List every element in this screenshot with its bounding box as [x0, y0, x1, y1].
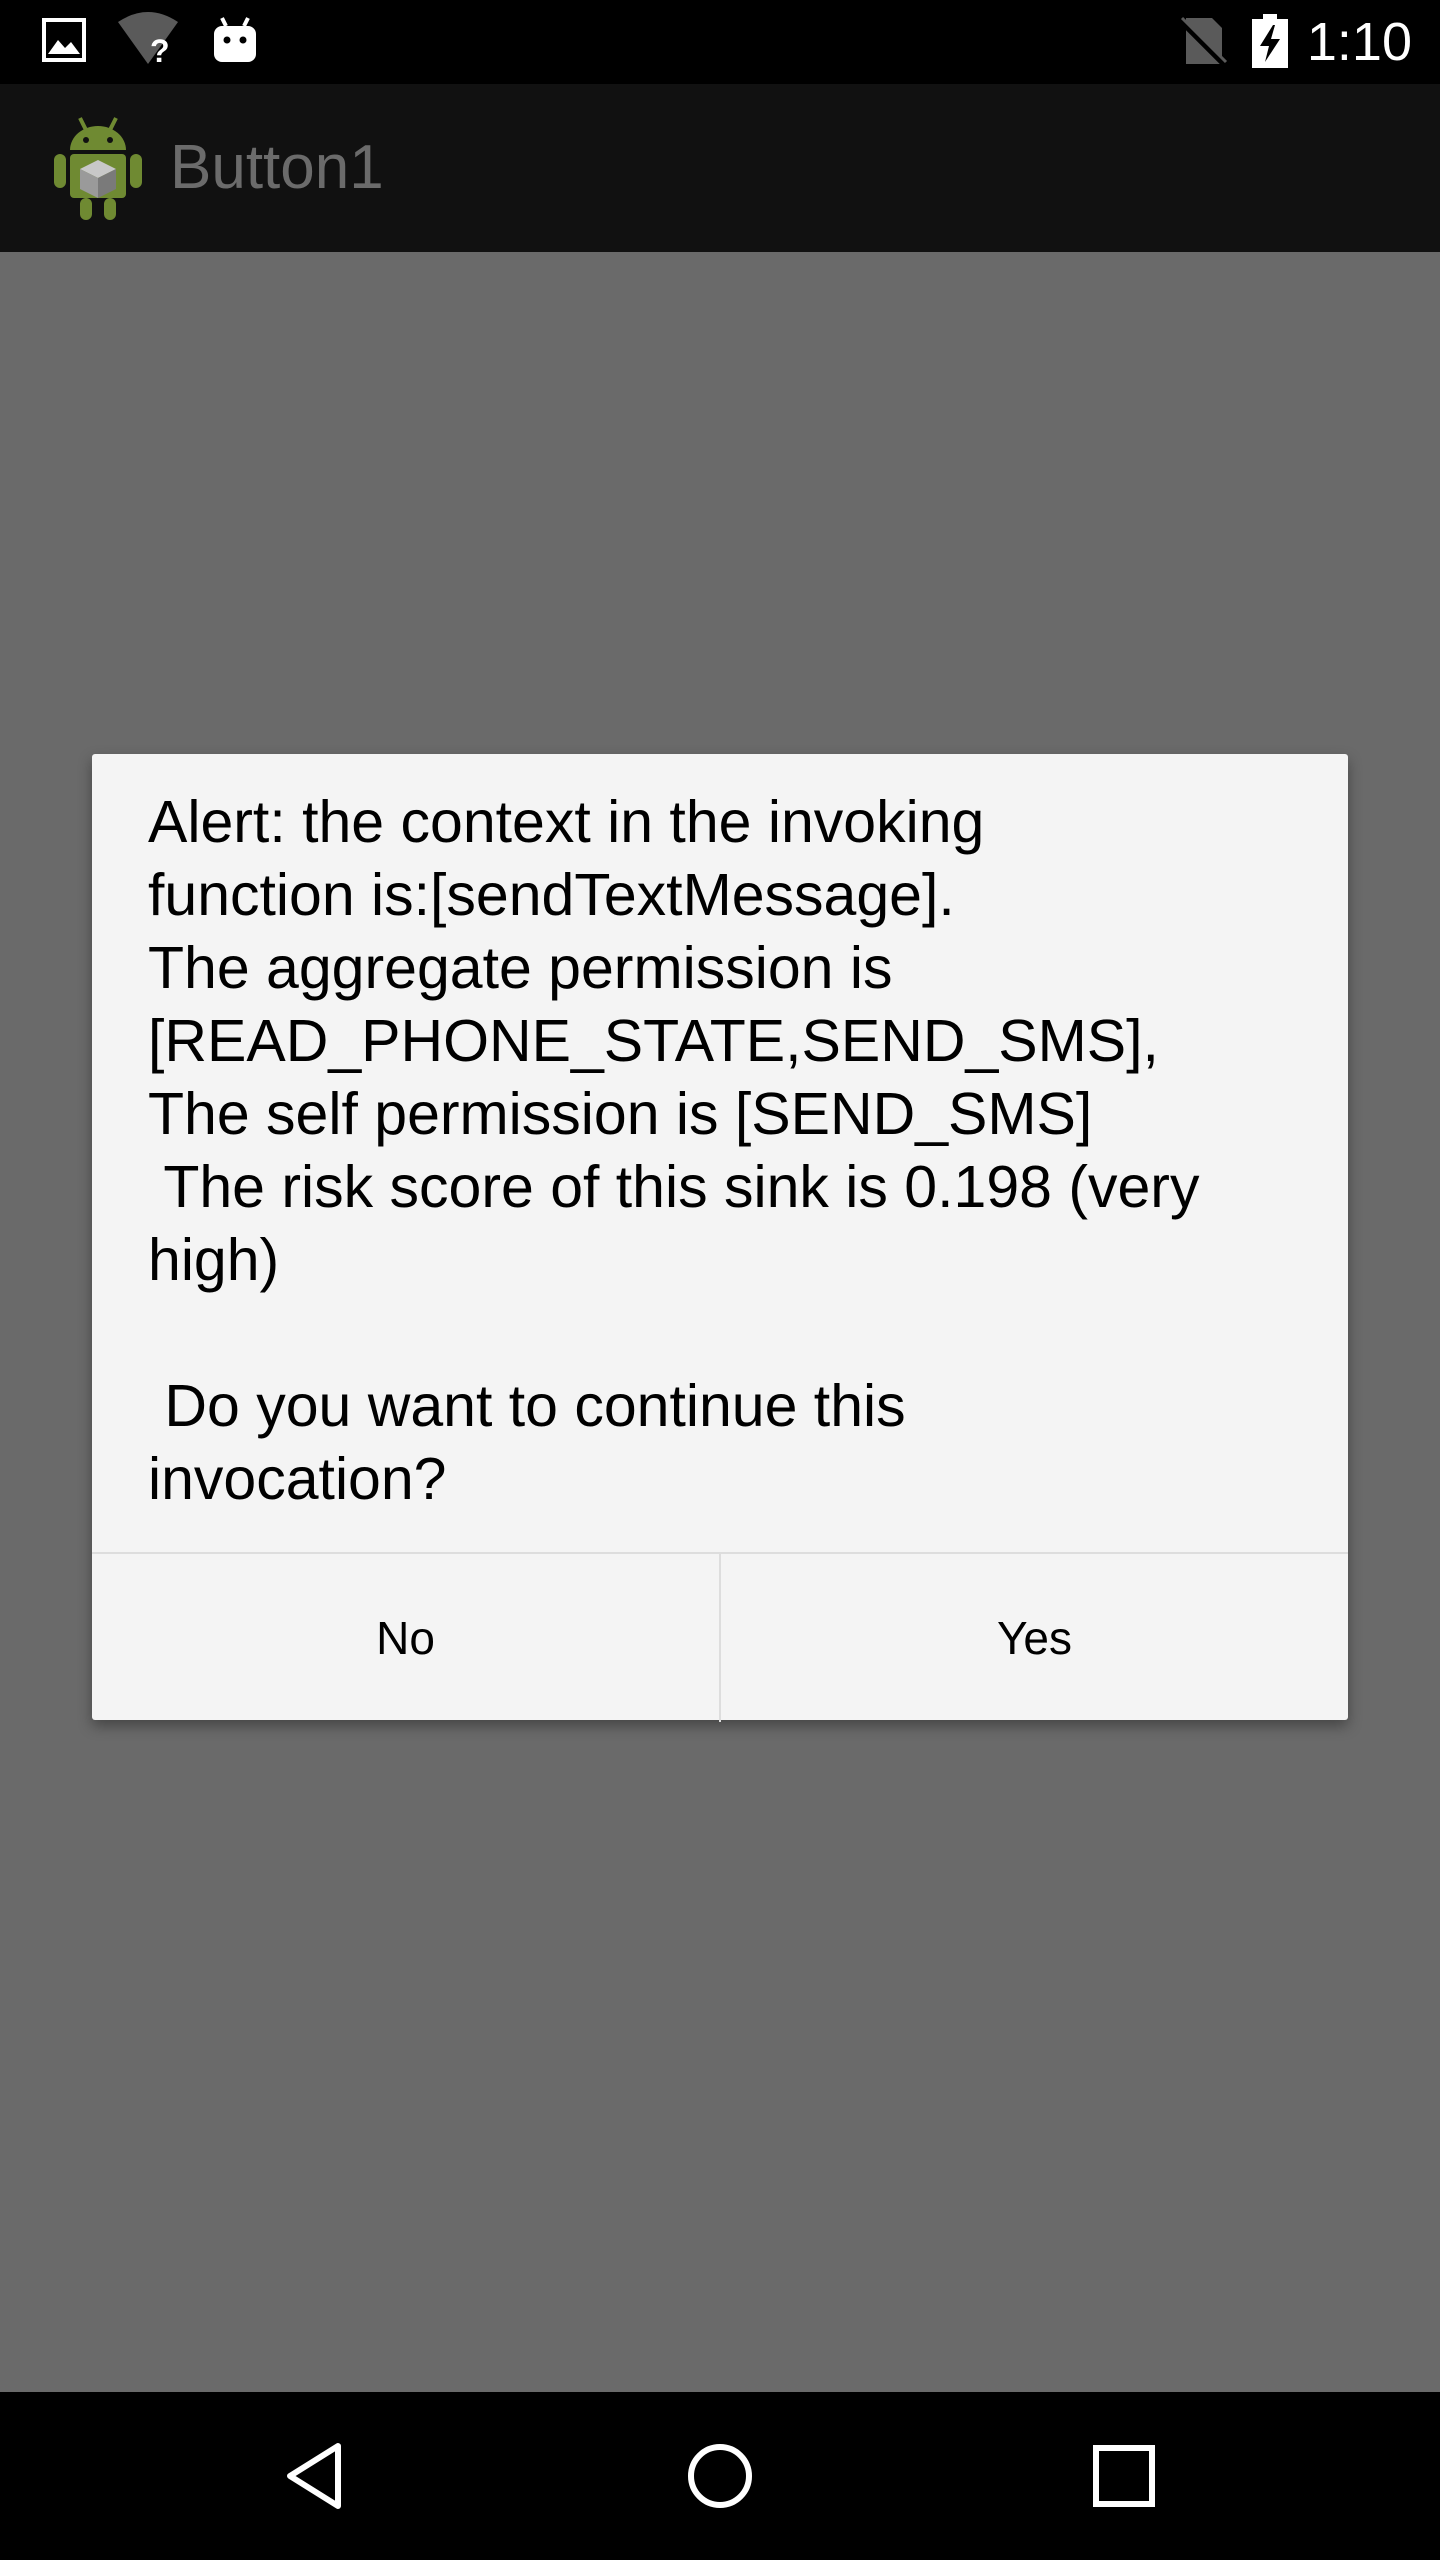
app-title: Button1	[170, 133, 384, 202]
status-bar: ? 1:10	[0, 0, 1440, 84]
recents-icon[interactable]	[1084, 2436, 1164, 2516]
image-icon	[42, 18, 86, 62]
status-time: 1:10	[1306, 12, 1412, 72]
dialog-button-row: No Yes	[92, 1552, 1348, 1722]
dialog-message: Alert: the context in the invoking funct…	[148, 789, 1200, 1512]
navigation-bar	[0, 2392, 1440, 2560]
android-app-icon	[54, 117, 142, 220]
android-debug-icon	[214, 17, 256, 62]
battery-charging-icon	[1252, 14, 1288, 68]
no-sim-icon	[1177, 16, 1229, 68]
no-button[interactable]: No	[92, 1554, 721, 1722]
home-icon[interactable]	[680, 2436, 760, 2516]
action-bar: Button1	[0, 84, 1440, 252]
alert-dialog: Alert: the context in the invoking funct…	[92, 754, 1348, 1722]
svg-text:?: ?	[150, 33, 170, 66]
wifi-unknown-icon: ?	[118, 12, 178, 66]
yes-button[interactable]: Yes	[721, 1554, 1348, 1722]
back-icon[interactable]	[276, 2436, 356, 2516]
